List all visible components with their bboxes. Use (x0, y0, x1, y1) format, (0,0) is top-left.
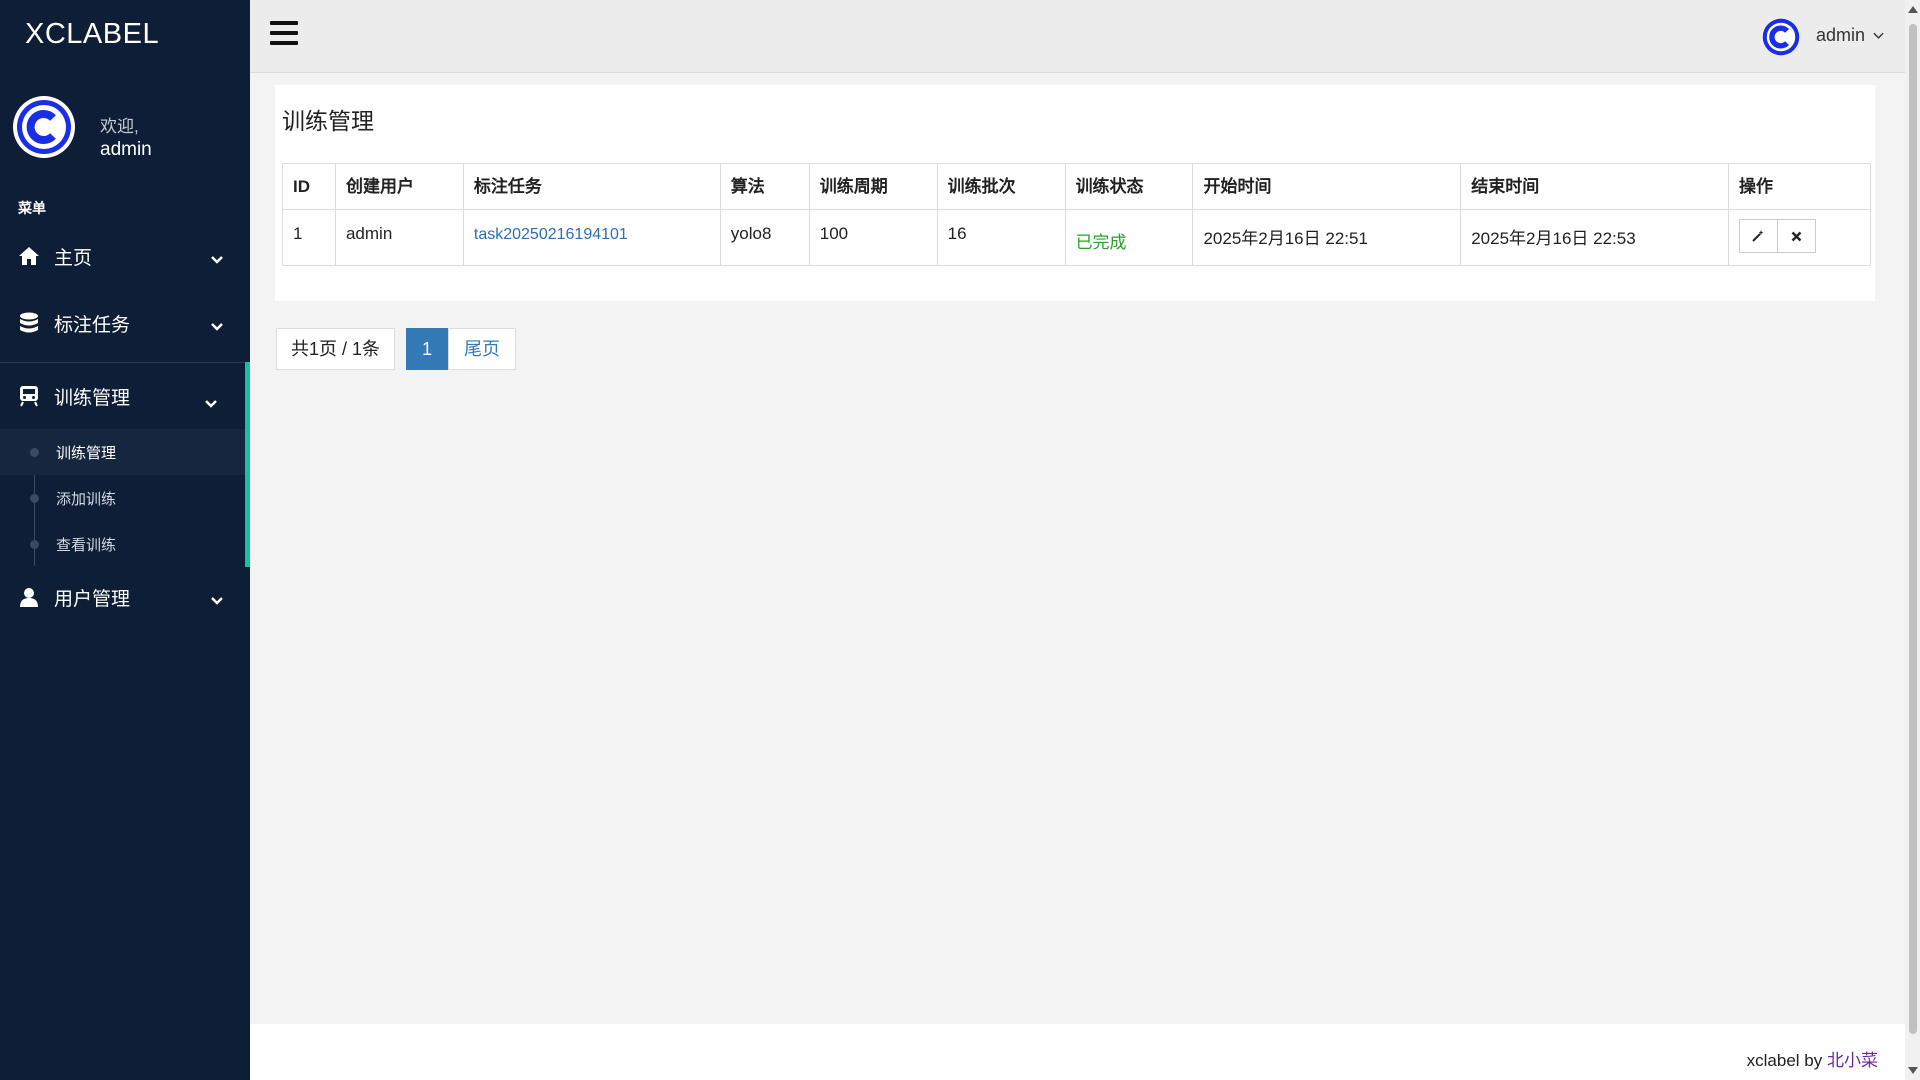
copyright-logo-icon (17, 100, 71, 154)
submenu-dot (30, 494, 39, 503)
chevron-down-icon (211, 315, 223, 337)
cell-status: 已完成 (1064, 209, 1194, 266)
sidebar-item-user-management[interactable]: 用户管理 (0, 567, 245, 627)
table-row: 1 admin task20250216194101 yolo8 100 16 … (282, 209, 1872, 266)
footer-prefix: xclabel by (1746, 1051, 1823, 1070)
cell-user: admin (334, 209, 464, 266)
column-header: 训练状态 (1064, 163, 1194, 210)
submenu-label: 添加训练 (56, 490, 117, 508)
footer-author-link[interactable]: 北小菜 (1827, 1051, 1878, 1070)
table-header-row: ID 创建用户 标注任务 算法 训练周期 训练批次 训练状态 开始时间 结束时间… (282, 163, 1872, 210)
delete-button[interactable] (1776, 219, 1816, 253)
magic-wand-icon (1752, 230, 1764, 242)
sidebar-item-home[interactable]: 主页 (0, 226, 245, 286)
active-indicator (245, 362, 250, 567)
copyright-logo-icon (1762, 18, 1800, 56)
page-title: 训练管理 (282, 108, 374, 134)
training-table: ID 创建用户 标注任务 算法 训练周期 训练批次 训练状态 开始时间 结束时间… (282, 163, 1872, 266)
welcome-text: 欢迎, (100, 117, 139, 136)
cell-start-time: 2025年2月16日 22:51 (1192, 209, 1462, 266)
sidebar-item-label: 主页 (54, 247, 93, 269)
submenu-dot (30, 448, 39, 457)
pagination-current-page[interactable]: 1 (406, 328, 448, 370)
column-header: 标注任务 (462, 163, 721, 210)
content-panel: 训练管理 ID 创建用户 标注任务 算法 训练周期 训练批次 训练状态 开始时间… (275, 85, 1875, 301)
close-icon (1791, 231, 1802, 241)
cell-id: 1 (282, 209, 336, 266)
column-header: ID (282, 163, 336, 210)
top-header: admin (250, 0, 1905, 73)
cell-actions (1727, 209, 1872, 266)
submenu-label: 查看训练 (56, 536, 117, 554)
scroll-thumb[interactable] (1909, 24, 1917, 1034)
footer-credit: xclabel by 北小菜 (1747, 1046, 1878, 1071)
cell-task: task20250216194101 (462, 209, 721, 266)
chevron-down-icon (211, 589, 223, 611)
column-header: 训练周期 (808, 163, 938, 210)
submenu-label: 训练管理 (56, 444, 117, 462)
chevron-down-icon (211, 248, 223, 270)
scroll-up-arrow-icon[interactable] (1908, 6, 1918, 13)
train-icon (18, 385, 40, 407)
sidebar-item-training[interactable]: 训练管理 (0, 362, 245, 429)
menu-title: 菜单 (18, 200, 46, 216)
pagination-last-page[interactable]: 尾页 (448, 328, 516, 370)
profile-avatar (13, 96, 75, 158)
scroll-down-arrow-icon[interactable] (1908, 1067, 1918, 1074)
profile-name: admin (100, 139, 152, 160)
footer: xclabel by 北小菜 (250, 1024, 1905, 1080)
brand-logo[interactable]: XCLABEL (25, 18, 159, 51)
user-dropdown-label: admin (1816, 25, 1866, 45)
submenu-dot (30, 540, 39, 549)
sidebar-item-label: 用户管理 (54, 588, 131, 610)
cell-end-time: 2025年2月16日 22:53 (1460, 209, 1729, 266)
submenu-item-training-management[interactable]: 训练管理 (0, 429, 245, 475)
sidebar-item-label: 标注任务 (54, 314, 131, 336)
sidebar: XCLABEL 欢迎, admin 菜单 主页 标注任务 训练管理 训练管理 添… (0, 0, 250, 1080)
header-avatar[interactable] (1762, 18, 1800, 56)
column-header: 训练批次 (936, 163, 1066, 210)
database-icon (18, 312, 40, 334)
user-icon (18, 586, 40, 608)
task-link[interactable]: task20250216194101 (474, 226, 628, 243)
pagination-info: 共1页 / 1条 (276, 328, 396, 370)
cell-batch: 16 (936, 209, 1066, 266)
chevron-down-icon (1873, 32, 1884, 40)
submenu-item-view-training[interactable]: 查看训练 (0, 521, 245, 567)
chevron-down-icon (205, 392, 217, 414)
column-header: 算法 (719, 163, 810, 210)
cell-algorithm: yolo8 (719, 209, 810, 266)
menu-toggle-icon[interactable] (270, 21, 298, 47)
column-header: 操作 (1727, 163, 1872, 210)
sidebar-item-annotation-tasks[interactable]: 标注任务 (0, 293, 245, 353)
column-header: 创建用户 (334, 163, 464, 210)
sidebar-item-label: 训练管理 (54, 387, 131, 409)
cell-epochs: 100 (808, 209, 938, 266)
column-header: 开始时间 (1192, 163, 1462, 210)
user-dropdown[interactable]: admin (1816, 25, 1884, 46)
status-badge: 已完成 (1075, 233, 1127, 252)
submenu-item-add-training[interactable]: 添加训练 (0, 475, 245, 521)
edit-button[interactable] (1738, 219, 1778, 253)
column-header: 结束时间 (1460, 163, 1729, 210)
home-icon (18, 245, 40, 267)
page-scrollbar[interactable] (1905, 0, 1920, 1080)
